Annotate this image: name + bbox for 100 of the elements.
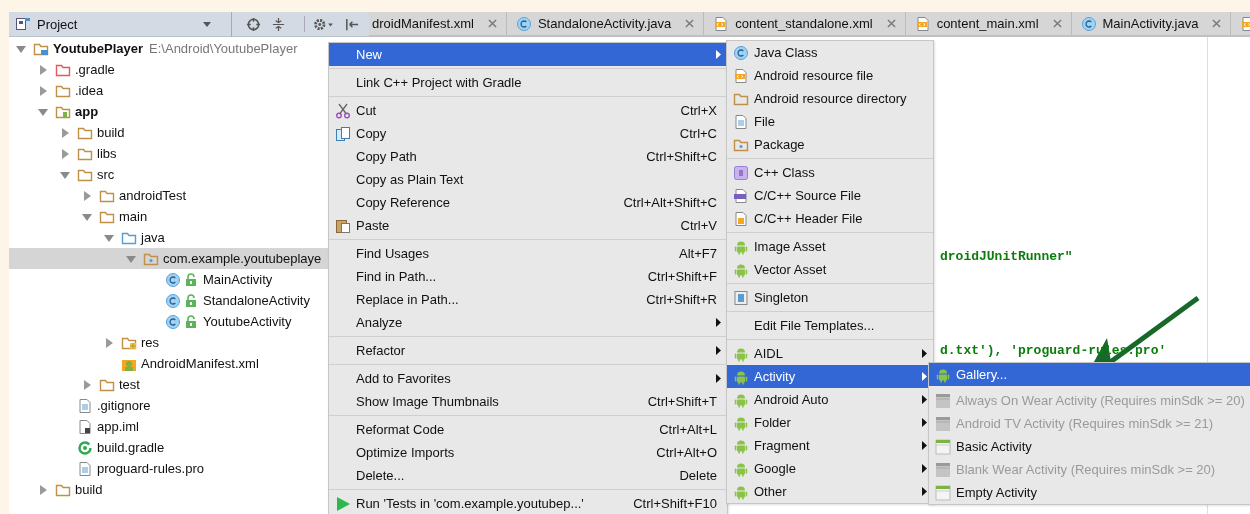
- editor-tab[interactable]: content_standalone.xml: [704, 12, 906, 35]
- menu-item[interactable]: Copy Path Ctrl+Shift+C: [329, 145, 727, 168]
- tree-arrow-icon[interactable]: [38, 85, 48, 96]
- menu-item[interactable]: Find Usages Alt+F7: [329, 242, 727, 265]
- tree-arrow-icon[interactable]: [38, 106, 48, 117]
- menu-item[interactable]: Refactor: [329, 339, 727, 362]
- tree-item[interactable]: build: [9, 122, 328, 143]
- menu-item[interactable]: Paste Ctrl+V: [329, 214, 727, 237]
- tree-arrow-icon[interactable]: [60, 148, 70, 159]
- crosshair-icon[interactable]: [246, 16, 262, 32]
- tree-item[interactable]: app.iml: [9, 416, 328, 437]
- menu-item[interactable]: Replace in Path... Ctrl+Shift+R: [329, 288, 727, 311]
- menu-item[interactable]: Basic Activity: [929, 435, 1250, 458]
- menu-item[interactable]: Singleton: [727, 286, 933, 309]
- tree-item[interactable]: YoutubePlayer E:\Android\YoutubePlayer: [9, 38, 328, 59]
- tree-arrow-icon[interactable]: [60, 169, 70, 180]
- menu-item[interactable]: Vector Asset: [727, 258, 933, 281]
- xml-file-icon: [713, 15, 730, 32]
- menu-item[interactable]: AIDL: [727, 342, 933, 365]
- tree-item[interactable]: proguard-rules.pro: [9, 458, 328, 479]
- tree-item[interactable]: .gitignore: [9, 395, 328, 416]
- menu-item[interactable]: New: [329, 43, 727, 66]
- menu-item[interactable]: Copy as Plain Text: [329, 168, 727, 191]
- menu-item[interactable]: Android resource directory: [727, 87, 933, 110]
- menu-item[interactable]: C++ Class: [727, 161, 933, 184]
- settings-icon[interactable]: [313, 16, 334, 32]
- close-icon[interactable]: [685, 19, 695, 28]
- template-icon: [934, 392, 951, 409]
- editor-tab[interactable]: content_main.xml: [905, 12, 1072, 35]
- tree-arrow-icon[interactable]: [104, 337, 114, 348]
- editor-tab[interactable]: droidManifest.xml: [369, 12, 507, 35]
- close-icon[interactable]: [1052, 19, 1062, 28]
- menu-item[interactable]: Java Class: [727, 41, 933, 64]
- menu-item[interactable]: C/C++ Source File: [727, 184, 933, 207]
- copy-icon: [334, 125, 351, 142]
- tree-arrow-icon[interactable]: [82, 211, 92, 222]
- tree-item[interactable]: app: [9, 101, 328, 122]
- menu-item[interactable]: Copy Reference Ctrl+Alt+Shift+C: [329, 191, 727, 214]
- menu-item[interactable]: Link C++ Project with Gradle: [329, 71, 727, 94]
- tree-item[interactable]: src: [9, 164, 328, 185]
- tree-item[interactable]: StandaloneActivity: [9, 290, 328, 311]
- menu-item[interactable]: Run 'Tests in 'com.example.youtubep...' Ctrl+Shift+F10: [329, 492, 727, 514]
- tree-item[interactable]: AndroidManifest.xml: [9, 353, 328, 374]
- xml-file-icon: [914, 15, 931, 32]
- tree-item[interactable]: res: [9, 332, 328, 353]
- tree-item[interactable]: java: [9, 227, 328, 248]
- menu-item[interactable]: Gallery...: [929, 363, 1250, 386]
- file-icon: [77, 397, 93, 414]
- tree-arrow-icon[interactable]: [16, 43, 26, 54]
- menu-item[interactable]: Show Image Thumbnails Ctrl+Shift+T: [329, 390, 727, 413]
- menu-item[interactable]: Package: [727, 133, 933, 156]
- editor-tab[interactable]: MainActivity.java: [1071, 12, 1232, 35]
- tree-item[interactable]: MainActivity: [9, 269, 328, 290]
- menu-item[interactable]: Android resource file: [727, 64, 933, 87]
- editor-tab[interactable]: StandaloneActivity.java: [506, 12, 705, 35]
- paste-icon: [334, 217, 351, 234]
- menu-item[interactable]: Optimize Imports Ctrl+Alt+O: [329, 441, 727, 464]
- tree-item[interactable]: build: [9, 479, 328, 500]
- file-icon: [77, 418, 93, 435]
- class-icon: [1080, 15, 1097, 32]
- menu-item[interactable]: Find in Path... Ctrl+Shift+F: [329, 265, 727, 288]
- hide-panel-icon[interactable]: [344, 16, 359, 32]
- tree-arrow-icon[interactable]: [82, 379, 92, 390]
- tree-arrow-icon[interactable]: [104, 232, 114, 243]
- menu-item[interactable]: Analyze: [329, 311, 727, 334]
- close-icon[interactable]: [1212, 19, 1222, 28]
- menu-item[interactable]: Add to Favorites: [329, 367, 727, 390]
- menu-item[interactable]: Reformat Code Ctrl+Alt+L: [329, 418, 727, 441]
- close-icon[interactable]: [886, 19, 896, 28]
- tree-arrow-icon[interactable]: [60, 127, 70, 138]
- menu-item[interactable]: Image Asset: [727, 235, 933, 258]
- tree-item[interactable]: main: [9, 206, 328, 227]
- singleton-icon: [732, 289, 749, 306]
- menu-item[interactable]: File: [727, 110, 933, 133]
- close-icon[interactable]: [487, 19, 497, 28]
- tree-arrow-icon[interactable]: [82, 190, 92, 201]
- menu-item[interactable]: Delete... Delete: [329, 464, 727, 487]
- tree-item[interactable]: .gradle: [9, 59, 328, 80]
- menu-item[interactable]: C/C++ Header File: [727, 207, 933, 230]
- class-icon: [165, 313, 181, 330]
- class-icon: [515, 15, 532, 32]
- tree-item[interactable]: test: [9, 374, 328, 395]
- tree-item[interactable]: libs: [9, 143, 328, 164]
- dropdown-caret-icon[interactable]: [203, 21, 212, 27]
- menu-item[interactable]: Copy Ctrl+C: [329, 122, 727, 145]
- submenu-arrow-icon: [716, 318, 721, 327]
- tree-item[interactable]: com.example.youtubeplaye: [9, 248, 328, 269]
- gradle-icon: [77, 439, 93, 456]
- tree-item[interactable]: build.gradle: [9, 437, 328, 458]
- collapse-all-icon[interactable]: [271, 16, 287, 32]
- tree-item[interactable]: YoutubeActivity: [9, 311, 328, 332]
- menu-item[interactable]: Edit File Templates...: [727, 314, 933, 337]
- menu-item[interactable]: Cut Ctrl+X: [329, 99, 727, 122]
- tree-item[interactable]: .idea: [9, 80, 328, 101]
- tree-arrow-icon[interactable]: [38, 64, 48, 75]
- menu-item[interactable]: Empty Activity: [929, 481, 1250, 504]
- tree-item[interactable]: androidTest: [9, 185, 328, 206]
- submenu-arrow-icon: [922, 395, 927, 404]
- tree-arrow-icon[interactable]: [126, 253, 136, 264]
- tree-arrow-icon[interactable]: [38, 484, 48, 495]
